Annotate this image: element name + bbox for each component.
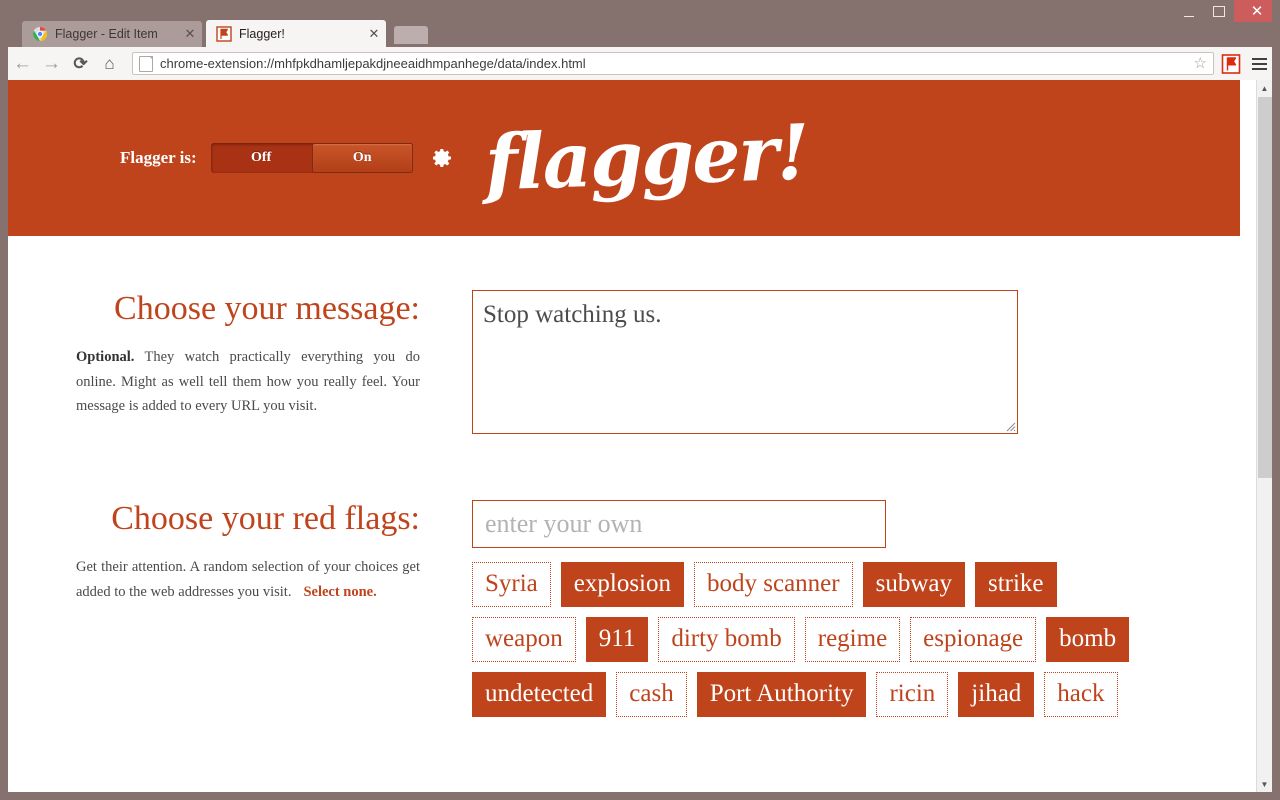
custom-flag-input[interactable]	[472, 500, 886, 548]
page-document-icon	[139, 55, 153, 72]
browser-toolbar: ← → ⟳ ⌂ chrome-extension://mhfpkdhamljep…	[0, 47, 1280, 80]
flags-description: Get their attention. A random selection …	[76, 555, 428, 604]
flagger-status-label: Flagger is:	[120, 148, 197, 167]
app-header: Flagger is: Off On flagger!	[8, 80, 1240, 236]
scrollbar-thumb[interactable]	[1258, 97, 1272, 478]
message-description-bold: Optional.	[76, 349, 135, 366]
select-none-link[interactable]: Select none.	[303, 584, 376, 600]
flags-section-left: Choose your red flags: Get their attenti…	[8, 500, 428, 717]
menu-bar-2	[1251, 62, 1267, 65]
message-section: Choose your message: Optional. They watc…	[8, 290, 1240, 434]
page-scrollbar[interactable]: ▲ ▼	[1256, 80, 1272, 792]
flag-tag[interactable]: explosion	[560, 562, 684, 607]
flag-tag[interactable]: strike	[974, 562, 1057, 607]
message-input[interactable]	[472, 290, 1018, 434]
scroll-up-icon[interactable]: ▲	[1257, 80, 1272, 96]
tab-title: Flagger!	[239, 26, 285, 41]
flag-tag[interactable]: ricin	[876, 672, 949, 717]
flag-tag[interactable]: Port Authority	[696, 672, 867, 717]
hamburger-menu-icon[interactable]	[1246, 51, 1272, 77]
reload-icon[interactable]: ⟳	[66, 49, 95, 78]
gear-icon	[432, 149, 451, 167]
tab-title: Flagger - Edit Item	[55, 27, 158, 41]
tab-strip: Flagger - Edit Item ✕ Flagger! ✕	[0, 18, 1280, 47]
bookmark-star-icon[interactable]: ☆	[1191, 56, 1207, 71]
flag-tag[interactable]: 911	[585, 617, 649, 662]
message-heading: Choose your message:	[114, 290, 420, 327]
window-titlebar	[0, 0, 1280, 18]
flags-section: Choose your red flags: Get their attenti…	[8, 500, 1240, 717]
browser-window: ✕ Flagger - Edit Item ✕ Flagger! ✕ ← → ⟳…	[0, 0, 1280, 800]
flag-tag-list: Syria explosion body scanner subway strike we…	[472, 562, 1132, 717]
page-content: Flagger is: Off On flagger! Choose your …	[8, 80, 1240, 792]
menu-bar-1	[1251, 57, 1267, 60]
flags-heading: Choose your red flags:	[111, 500, 420, 537]
flag-tag[interactable]: dirty bomb	[658, 617, 795, 662]
message-description: Optional. They watch practically everyth…	[76, 345, 428, 418]
scroll-down-icon[interactable]: ▼	[1257, 776, 1272, 792]
home-icon[interactable]: ⌂	[95, 49, 124, 78]
flag-tag[interactable]: cash	[616, 672, 687, 717]
flagger-extension-icon[interactable]	[1220, 53, 1242, 75]
flag-tag[interactable]: bomb	[1046, 617, 1130, 662]
flags-section-right: Syriaexplosionbody scannersubwaystrike we…	[428, 500, 1240, 717]
flag-tag[interactable]: hack	[1044, 672, 1118, 717]
tab-flagger-edit-item[interactable]: Flagger - Edit Item ✕	[22, 21, 202, 47]
address-bar-url: chrome-extension://mhfpkdhamljepakdjneea…	[160, 56, 586, 71]
toggle-option-off[interactable]: Off	[211, 143, 312, 173]
flag-icon	[216, 25, 232, 42]
message-textarea-wrap	[472, 290, 1018, 434]
menu-bar-3	[1251, 67, 1267, 70]
app-header-inner: Flagger is: Off On flagger!	[120, 80, 809, 236]
tab-flagger[interactable]: Flagger! ✕	[206, 20, 386, 47]
toggle-option-on[interactable]: On	[311, 143, 413, 173]
flagger-logo: flagger!	[483, 107, 809, 208]
flag-tag[interactable]: Syria	[472, 562, 551, 607]
window-border-bottom	[0, 792, 1280, 800]
flag-tag[interactable]: weapon	[472, 617, 576, 662]
flag-tag[interactable]: espionage	[910, 617, 1037, 662]
back-icon[interactable]: ←	[8, 49, 37, 78]
message-section-right	[428, 290, 1240, 434]
tab-close-icon[interactable]: ✕	[182, 26, 198, 42]
tab-close-icon[interactable]: ✕	[366, 26, 382, 42]
chrome-icon	[33, 27, 47, 41]
new-tab-button[interactable]	[394, 26, 428, 44]
flag-tag[interactable]: undetected	[472, 672, 607, 717]
settings-button[interactable]	[429, 145, 455, 171]
flag-tag[interactable]: jihad	[958, 672, 1035, 717]
forward-icon[interactable]: →	[37, 49, 66, 78]
page-viewport: Flagger is: Off On flagger! Choose your …	[8, 80, 1256, 792]
flagger-toggle[interactable]: Off On	[210, 143, 413, 173]
flag-tag[interactable]: body scanner	[694, 562, 853, 607]
window-border-left	[0, 47, 8, 800]
address-bar[interactable]: chrome-extension://mhfpkdhamljepakdjneea…	[132, 52, 1214, 75]
window-border-right	[1272, 0, 1280, 800]
flag-tag[interactable]: subway	[862, 562, 965, 607]
flag-tag[interactable]: regime	[804, 617, 901, 662]
message-section-left: Choose your message: Optional. They watc…	[8, 290, 428, 434]
